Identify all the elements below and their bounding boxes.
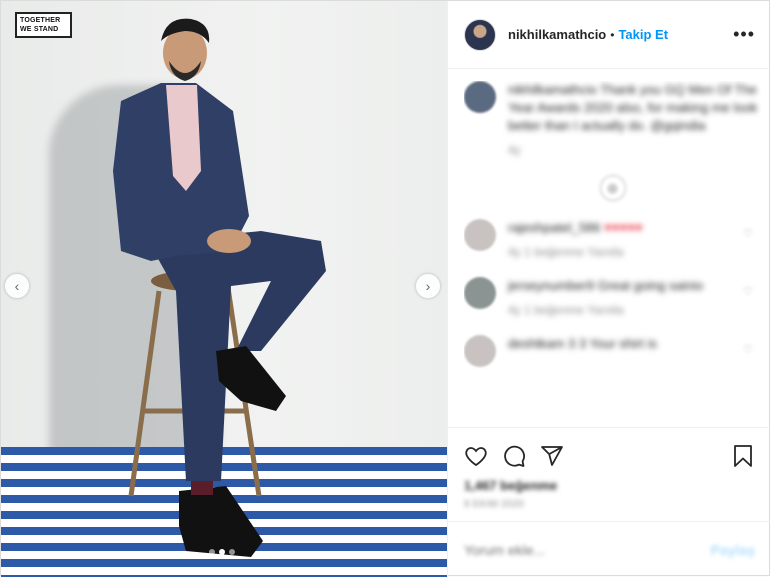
caption-text: nikhilkamathcio Thank you GQ Men Of The … — [508, 82, 758, 133]
heart-icon[interactable] — [464, 444, 488, 468]
next-image-button[interactable]: › — [416, 274, 440, 298]
avatar[interactable] — [464, 335, 496, 367]
carousel-indicator — [209, 549, 235, 555]
caption-meta: 4y — [508, 143, 521, 157]
post-actions: 1,467 beğenme 8 Ekim 2020 — [448, 427, 770, 510]
comment-text: rajeshpatel_586 — [508, 220, 601, 235]
comment-icon[interactable] — [502, 444, 526, 468]
share-icon[interactable] — [540, 444, 564, 468]
comment-text: deshtkam 3 3 Your shirt is — [508, 336, 657, 351]
follow-button[interactable]: Takip Et — [618, 27, 668, 42]
like-comment-icon[interactable]: ♡ — [743, 227, 753, 240]
like-count[interactable]: 1,467 beğenme — [464, 478, 755, 493]
chevron-right-icon: › — [425, 278, 431, 294]
post-header: nikhilkamathcio • Takip Et ••• — [448, 1, 770, 69]
username-link[interactable]: nikhilkamathcio — [508, 27, 606, 42]
post-modal: TOGETHER WE STAND ‹ › nikhilkamathcio • … — [0, 0, 770, 577]
caption-comment: nikhilkamathcio Thank you GQ Men Of The … — [464, 81, 761, 159]
more-options-icon[interactable]: ••• — [733, 24, 755, 45]
carousel-dot — [209, 549, 215, 555]
like-comment-icon[interactable]: ♡ — [743, 343, 753, 356]
carousel-dot — [229, 549, 235, 555]
load-more-comments-button[interactable]: ⊕ — [599, 175, 626, 201]
together-we-stand-logo: TOGETHER WE STAND — [15, 12, 72, 38]
avatar[interactable] — [464, 18, 496, 51]
heart-emojis: ♥♥♥♥♥ — [604, 220, 643, 235]
avatar[interactable] — [464, 219, 496, 251]
plus-circle-icon: ⊕ — [606, 179, 619, 196]
comment-input[interactable] — [464, 541, 711, 558]
bookmark-icon[interactable] — [731, 444, 755, 468]
comment-item: deshtkam 3 3 Your shirt is ♡ — [464, 335, 761, 367]
separator-dot: • — [610, 27, 615, 42]
post-date: 8 Ekim 2020 — [464, 499, 525, 510]
add-comment-bar: Paylaş — [448, 521, 770, 577]
avatar[interactable] — [464, 277, 496, 309]
like-comment-icon[interactable]: ♡ — [743, 285, 753, 298]
carousel-dot-active — [219, 549, 225, 555]
post-photo[interactable]: TOGETHER WE STAND ‹ › — [1, 1, 447, 577]
comment-item: jerseynumber9 Great going sainio 4y 1 be… — [464, 277, 761, 319]
comment-meta: 4y 1 beğenme Yanıtla — [508, 245, 624, 259]
comments-list[interactable]: nikhilkamathcio Thank you GQ Men Of The … — [464, 81, 761, 427]
avatar[interactable] — [464, 81, 496, 113]
previous-image-button[interactable]: ‹ — [5, 274, 29, 298]
chevron-left-icon: ‹ — [14, 278, 20, 294]
comment-item: rajeshpatel_586 ♥♥♥♥♥ 4y 1 beğenme Yanıt… — [464, 219, 761, 261]
post-comment-button[interactable]: Paylaş — [711, 542, 755, 558]
comment-text: jerseynumber9 Great going sainio — [508, 278, 704, 293]
man-in-suit-figure — [113, 18, 326, 557]
post-sidebar: nikhilkamathcio • Takip Et ••• nikhilkam… — [447, 1, 770, 577]
comment-meta: 4y 1 beğenme Yanıtla — [508, 303, 624, 317]
